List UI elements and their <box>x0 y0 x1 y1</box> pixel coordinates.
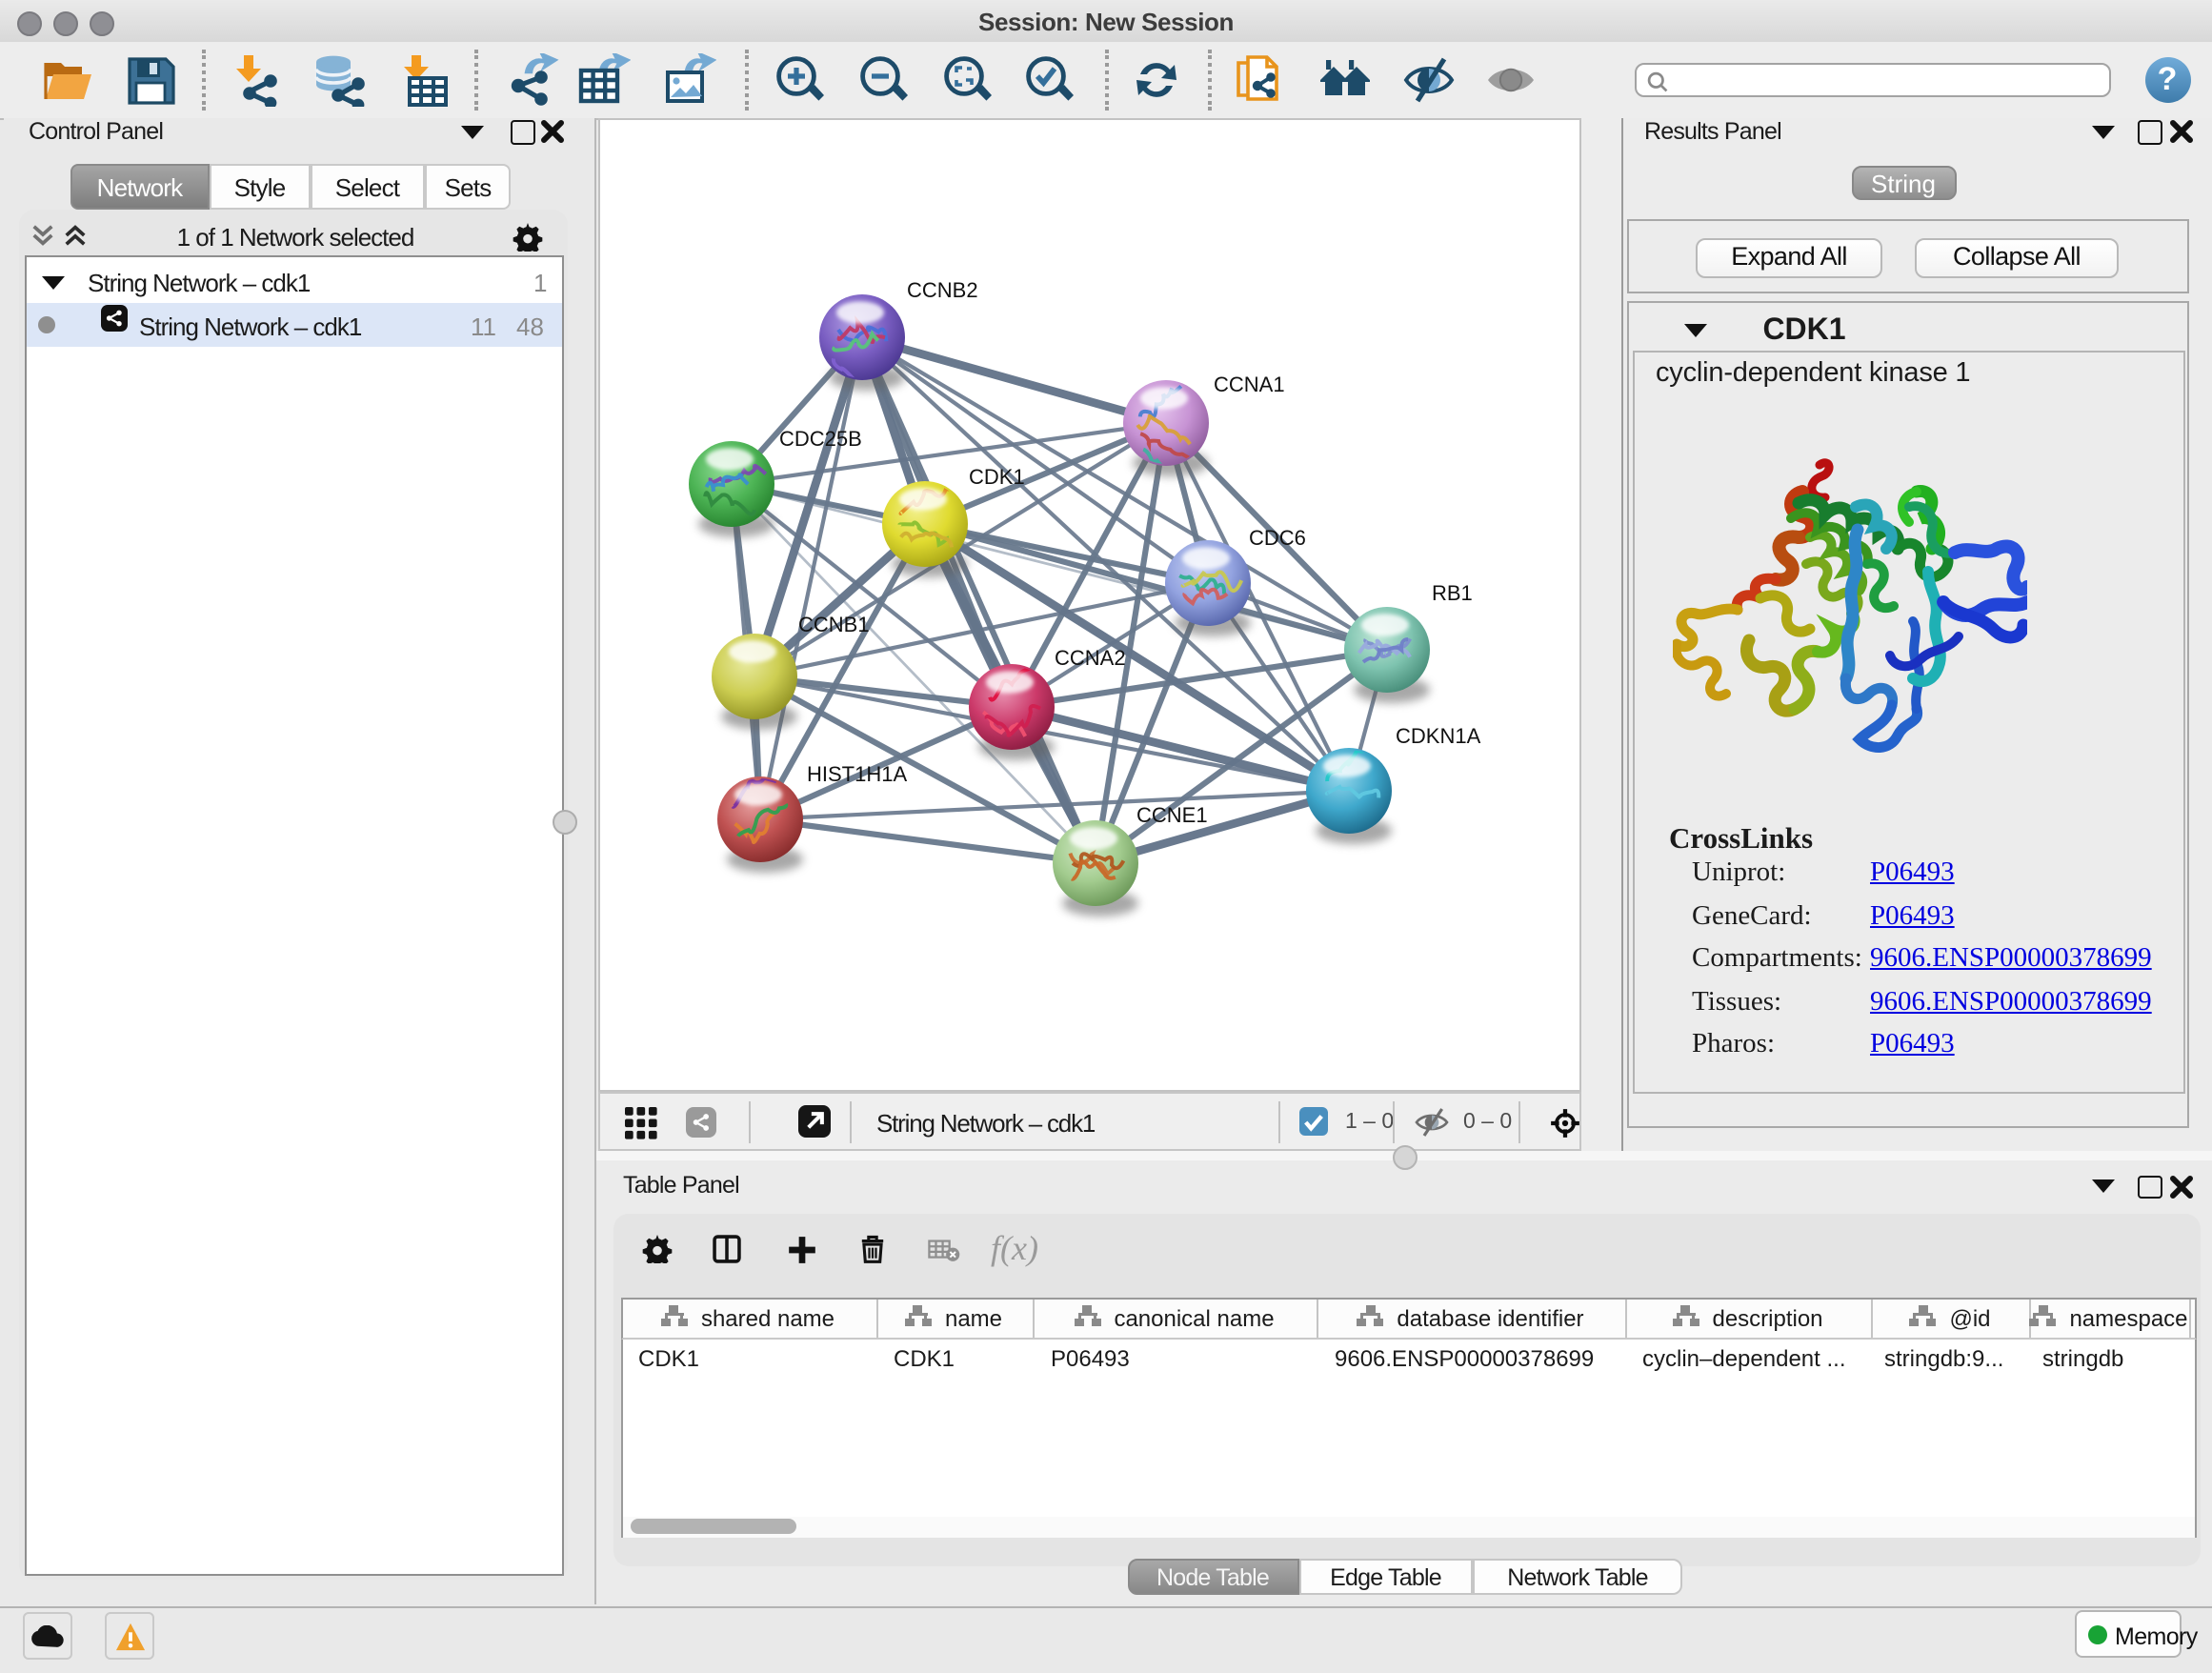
svg-text:CCNA1: CCNA1 <box>1214 373 1285 396</box>
svg-text:RB1: RB1 <box>1432 581 1473 605</box>
svg-text:CCNB1: CCNB1 <box>798 613 870 636</box>
svg-text:CDC25B: CDC25B <box>779 427 862 451</box>
svg-text:CDKN1A: CDKN1A <box>1396 724 1481 748</box>
svg-text:CDC6: CDC6 <box>1249 526 1306 550</box>
svg-text:CCNA2: CCNA2 <box>1055 646 1126 670</box>
svg-text:CDK1: CDK1 <box>969 465 1025 489</box>
svg-text:HIST1H1A: HIST1H1A <box>807 762 907 786</box>
svg-text:CCNE1: CCNE1 <box>1136 803 1208 827</box>
svg-text:CCNB2: CCNB2 <box>907 278 978 302</box>
